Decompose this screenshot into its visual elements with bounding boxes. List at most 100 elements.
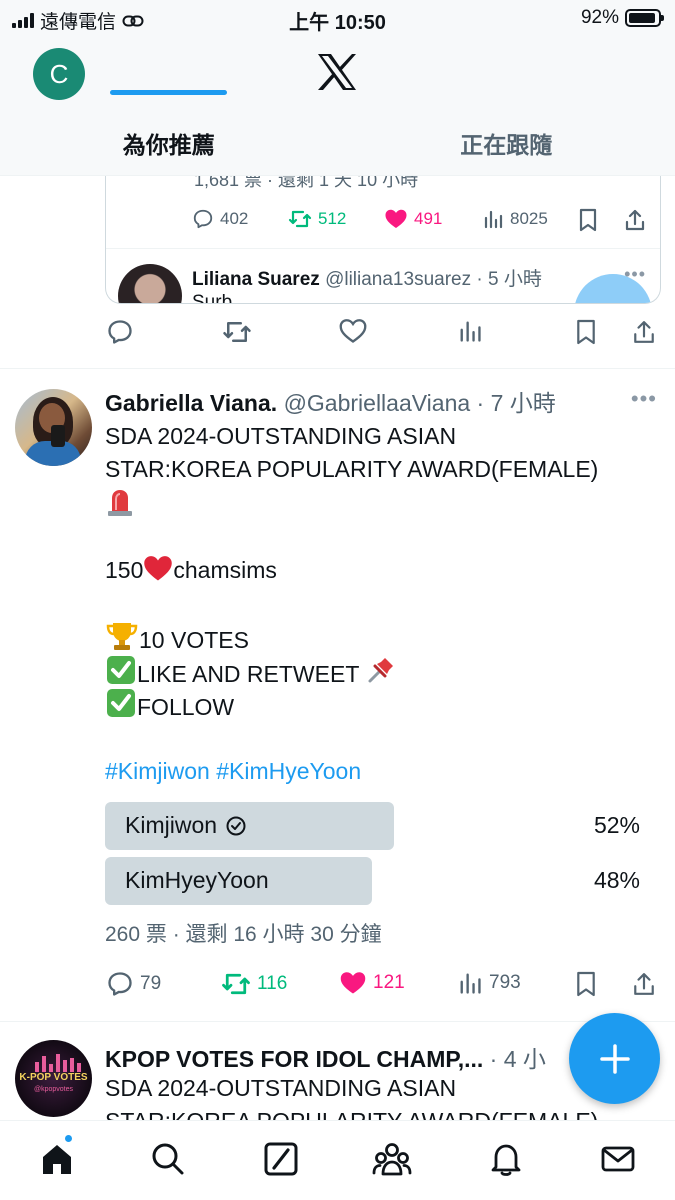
prev-bookmark-button[interactable]: [575, 318, 597, 346]
siren-emoji-icon: [108, 490, 132, 516]
tab-for-you[interactable]: 為你推薦: [0, 116, 338, 176]
x-logo-icon[interactable]: [314, 52, 360, 92]
retweet-icon: [223, 322, 251, 342]
next-author-handle: · 4 小: [483, 1046, 546, 1072]
quoted-divider: [106, 248, 660, 249]
nav-grok[interactable]: [261, 1139, 301, 1179]
tweet-divider: [0, 1021, 675, 1022]
battery-percent: 92%: [580, 7, 619, 28]
reply-author[interactable]: Liliana Suarez @liliana13suarez · 5 小時: [192, 264, 542, 291]
red-heart-emoji-icon: [144, 556, 173, 581]
reply-icon: [193, 209, 213, 229]
quoted-views-count: 8025: [510, 209, 548, 228]
share-icon: [634, 321, 654, 343]
quoted-reply-button[interactable]: 402: [192, 208, 248, 230]
next-author-name: KPOP VOTES FOR IDOL CHAMP,...: [105, 1046, 484, 1072]
tab-following[interactable]: 正在跟隨: [338, 116, 675, 176]
quoted-like-button[interactable]: 491: [384, 208, 442, 230]
reply-avatar[interactable]: [118, 264, 182, 303]
bookmark-button[interactable]: [575, 970, 597, 998]
follow-text: FOLLOW: [137, 694, 235, 720]
nav-notifications[interactable]: [486, 1139, 526, 1179]
quoted-retweet-count: 512: [318, 209, 347, 228]
poll-option-kimhyeyoon[interactable]: KimHyeyYoon: [125, 867, 269, 894]
share-button[interactable]: [632, 970, 656, 998]
quoted-retweet-button[interactable]: 512: [288, 208, 346, 230]
notifications-icon: [491, 1144, 521, 1176]
tweet-text-line: FOLLOW: [105, 687, 234, 724]
views-icon: [484, 210, 503, 229]
next-tweet-text-line: SDA 2024-OUTSTANDING ASIAN: [105, 1075, 457, 1101]
avatar-logo-text: K-POP VOTES: [19, 1072, 88, 1083]
chamsims-text: chamsims: [173, 557, 277, 583]
quoted-bookmark-button[interactable]: [578, 208, 598, 232]
quoted-share-button[interactable]: [624, 208, 646, 232]
nav-search[interactable]: [148, 1139, 188, 1179]
views-button[interactable]: 793: [457, 970, 521, 996]
quoted-like-count: 491: [414, 209, 443, 228]
retweet-button[interactable]: 116: [221, 970, 287, 998]
reply-author-handle: @liliana13suarez · 5 小時: [325, 269, 542, 290]
author-handle: @GabriellaaViana · 7 小時: [283, 390, 556, 416]
tweet-text-line: LIKE AND RETWEET: [105, 654, 397, 691]
nav-messages[interactable]: [598, 1139, 638, 1179]
poll-meta: 260 票 · 還剩 16 小時 30 分鐘: [105, 923, 382, 946]
tweet-text-line: SDA 2024-OUTSTANDING ASIAN: [105, 423, 457, 449]
active-tab-indicator: [110, 90, 227, 95]
nav-communities[interactable]: [372, 1139, 412, 1179]
account-avatar[interactable]: C: [33, 48, 85, 100]
poll-option-kimjiwon[interactable]: Kimjiwon: [125, 812, 247, 839]
bookmark-icon: [577, 319, 595, 345]
like-retweet-text: LIKE AND RETWEET: [137, 661, 366, 687]
hashtags-link[interactable]: #Kimjiwon #KimHyeYoon: [105, 755, 361, 788]
prev-views-button[interactable]: [457, 318, 483, 344]
avatar-phone: [51, 425, 65, 447]
reply-icon: [108, 320, 132, 344]
poll-percent: 52%: [593, 812, 640, 838]
next-author-avatar[interactable]: K-POP VOTES @kpopvotes: [15, 1040, 92, 1117]
prev-retweet-button[interactable]: [222, 318, 252, 346]
status-right: 92%: [580, 7, 664, 29]
timeline-tabs: 為你推薦 正在跟隨: [0, 116, 675, 176]
prev-share-button[interactable]: [632, 318, 656, 346]
trophy-emoji-icon: [106, 623, 138, 650]
plus-icon: [599, 1043, 630, 1074]
pushpin-emoji-icon: [368, 658, 394, 683]
tweet-text-line: 150 chamsims: [105, 554, 277, 587]
share-icon: [634, 973, 654, 995]
battery-icon: [625, 9, 664, 27]
nav-home[interactable]: [37, 1139, 77, 1179]
reply-author-name: Liliana Suarez: [192, 269, 320, 290]
quoted-views-button[interactable]: 8025: [482, 208, 548, 230]
quoted-tweet-card[interactable]: 1,681 票 · 還剩 1 天 10 小時 402 512 491 8025 …: [105, 176, 661, 304]
heart-icon: [339, 319, 367, 343]
retweet-icon: [288, 210, 312, 228]
quoted-poll-meta: 1,681 票 · 還剩 1 天 10 小時: [194, 176, 419, 190]
like-button[interactable]: 121: [339, 970, 405, 996]
quoted-reply-count: 402: [220, 209, 249, 228]
reply-text: Surb...: [192, 292, 248, 304]
reply-button[interactable]: 79: [106, 970, 161, 998]
reply-count: 79: [140, 973, 162, 994]
author-avatar[interactable]: [15, 389, 92, 466]
poll-option-label: KimHyeyYoon: [125, 867, 269, 893]
messages-icon: [601, 1146, 635, 1172]
prev-like-button[interactable]: [339, 318, 367, 344]
like-count: 121: [373, 972, 405, 993]
bookmark-icon: [579, 208, 597, 232]
next-tweet-author[interactable]: KPOP VOTES FOR IDOL CHAMP,... · 4 小: [105, 1040, 575, 1074]
quoted-action-bar: 402 512 491 8025: [106, 206, 660, 236]
prev-tweet-action-bar: [0, 314, 675, 354]
tweet-divider: [0, 368, 675, 369]
heart-filled-icon: [340, 972, 366, 994]
reply-icon: [108, 972, 132, 996]
tweet-author[interactable]: Gabriella Viana. @GabriellaaViana · 7 小時: [105, 384, 556, 418]
compose-button[interactable]: [569, 1013, 660, 1104]
tweet-text-line: 10 VOTES: [105, 620, 249, 657]
grok-icon: [264, 1142, 298, 1176]
next-tweet-text-line: STAR:KOREA POPULARITY AWARD(FEMALE): [105, 1108, 598, 1120]
prev-reply-button[interactable]: [106, 318, 134, 346]
tweet-more-icon[interactable]: •••: [631, 386, 657, 412]
home-notification-dot: [63, 1133, 74, 1144]
avatar-logo-subtext: @kpopvotes: [33, 1086, 74, 1093]
